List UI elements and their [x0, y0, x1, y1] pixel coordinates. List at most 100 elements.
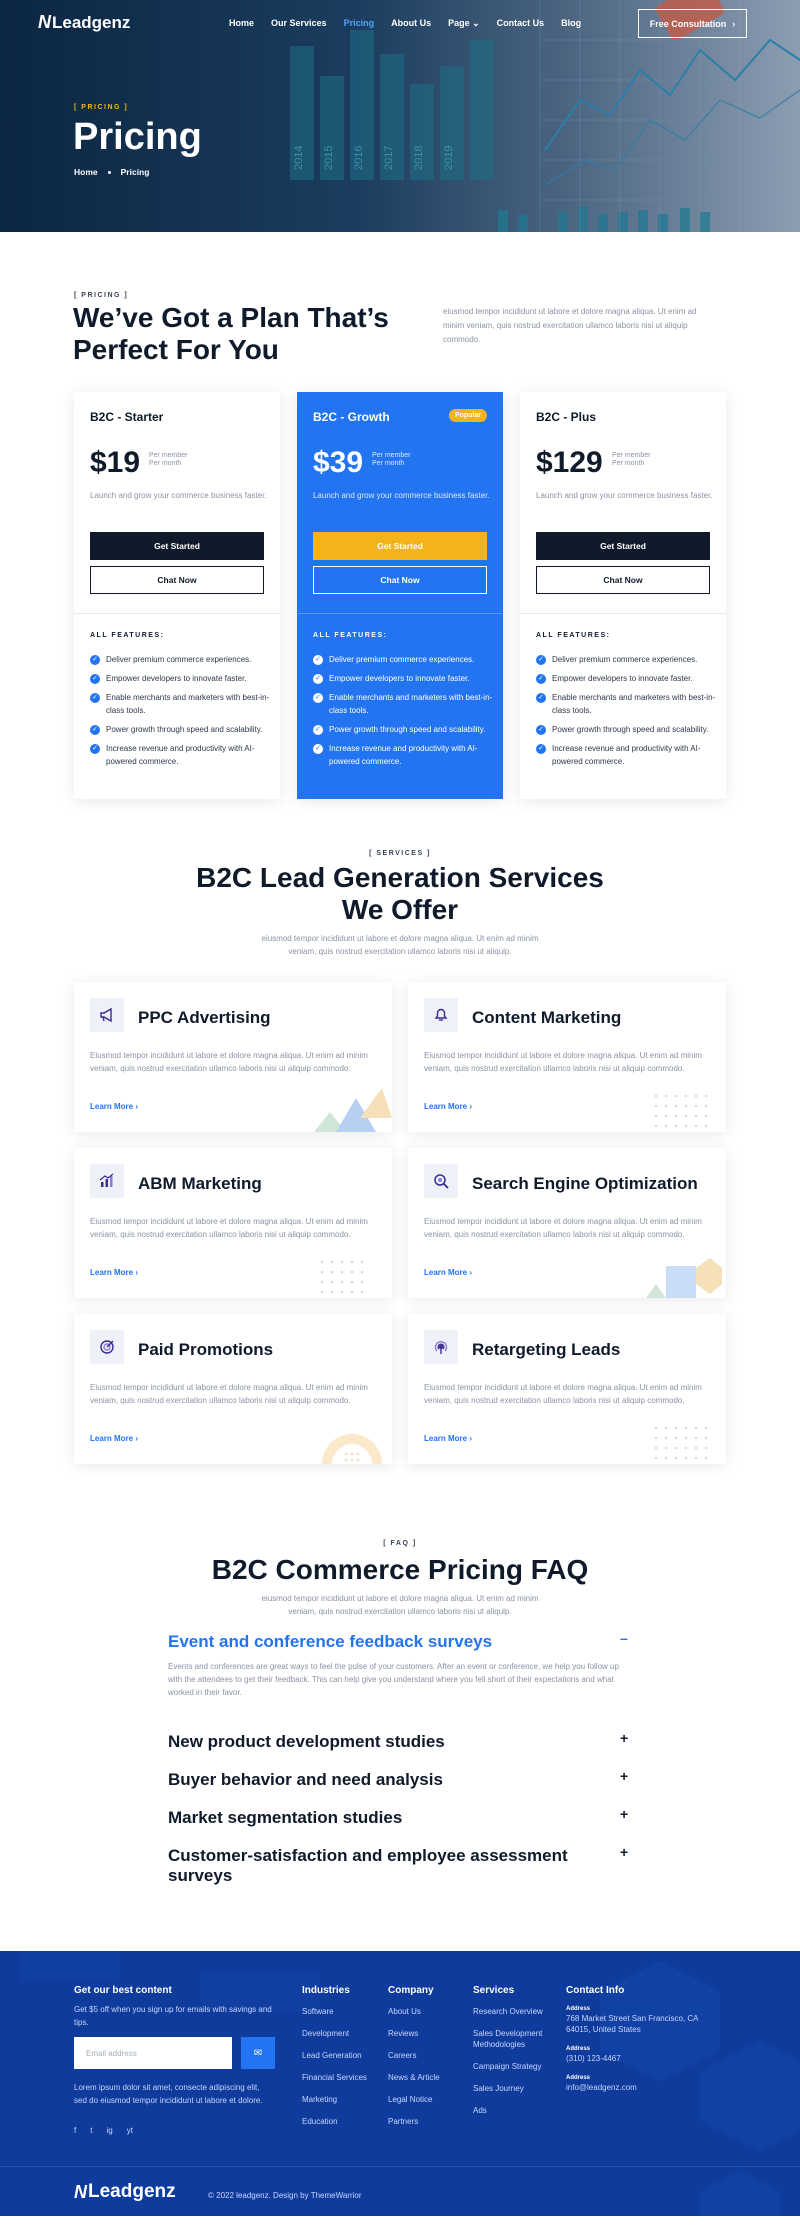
twitter-icon[interactable]: t: [90, 2126, 92, 2135]
get-started-button[interactable]: Get Started: [90, 532, 264, 560]
feature-item: ✓ Empower developers to innovate faster.: [536, 672, 716, 685]
chat-now-button[interactable]: Chat Now: [313, 566, 487, 594]
expand-icon[interactable]: +: [620, 1768, 628, 1784]
services-title-line2: We Offer: [341, 894, 459, 925]
feature-item: ✓ Increase revenue and productivity with …: [313, 742, 493, 768]
get-started-button[interactable]: Get Started: [313, 532, 487, 560]
check-icon: ✓: [90, 724, 100, 735]
footer-link[interactable]: Lead Generation: [302, 2051, 362, 2060]
footer-link[interactable]: About Us: [388, 2007, 421, 2016]
footer-link[interactable]: Marketing: [302, 2095, 337, 2104]
free-consultation-button[interactable]: Free Consultation ›: [638, 9, 747, 38]
contact-email[interactable]: info@leadgenz.com: [566, 2082, 716, 2093]
feature-list: ✓ Deliver premium commerce experiences. ✓…: [536, 653, 716, 774]
learn-more-label: Learn More: [90, 1434, 134, 1443]
feature-item: ✓ Enable merchants and marketers with bes…: [313, 691, 493, 717]
footer-link[interactable]: Sales Journey: [473, 2084, 524, 2093]
nav-link-blog[interactable]: Blog: [561, 18, 581, 29]
chevron-right-icon: ›: [135, 1268, 139, 1277]
footer-link[interactable]: News & Article: [388, 2073, 440, 2082]
learn-more-link[interactable]: Learn More ›: [90, 1434, 138, 1443]
nav-link-pricing[interactable]: Pricing: [344, 18, 375, 29]
get-started-button[interactable]: Get Started: [536, 532, 710, 560]
contact-email-label: Address: [566, 2075, 591, 2081]
facebook-icon[interactable]: f: [74, 2126, 76, 2135]
nav-link-page[interactable]: Page ⌄: [448, 18, 480, 29]
youtube-icon[interactable]: yt: [127, 2126, 133, 2135]
hero-chart-year-label: 2014: [293, 146, 305, 170]
footer-link[interactable]: Development: [302, 2029, 349, 2038]
chevron-right-icon: ›: [469, 1434, 473, 1443]
plan-name: B2C - Growth: [313, 410, 390, 424]
faq-title: B2C Commerce Pricing FAQ: [211, 1554, 589, 1585]
chevron-right-icon: ›: [469, 1102, 473, 1111]
services-title-line1: B2C Lead Generation Services: [196, 862, 604, 893]
footer-link[interactable]: Legal Notice: [388, 2095, 432, 2104]
chevron-right-icon: ›: [135, 1434, 139, 1443]
per-member: Per member: [612, 452, 651, 459]
learn-more-link[interactable]: Learn More ›: [90, 1102, 138, 1111]
breadcrumb-home[interactable]: Home: [74, 167, 98, 177]
footer-link[interactable]: Reviews: [388, 2029, 418, 2038]
faq-question[interactable]: New product development studies: [168, 1732, 633, 1752]
chat-now-button[interactable]: Chat Now: [536, 566, 710, 594]
faq-question[interactable]: Event and conference feedback surveys: [168, 1632, 633, 1652]
faq-item[interactable]: Buyer behavior and need analysis: [168, 1770, 633, 1790]
expand-icon[interactable]: +: [620, 1844, 628, 1860]
footer-brand-logo[interactable]: N Leadgenz: [74, 2181, 176, 2203]
features-label: ALL FEATURES:: [536, 632, 611, 639]
learn-more-link[interactable]: Learn More ›: [90, 1268, 138, 1277]
check-icon: ✓: [536, 654, 546, 665]
brand-logo[interactable]: N Leadgenz: [38, 12, 130, 33]
expand-icon[interactable]: +: [620, 1730, 628, 1746]
footer-link[interactable]: Ads: [473, 2106, 487, 2115]
footer-link[interactable]: Careers: [388, 2051, 416, 2060]
footer-link[interactable]: Sales Development Methodologies: [473, 2029, 542, 2049]
service-description: Eiusmod tempor incididunt ut labore et d…: [424, 1383, 702, 1405]
footer-column-title: Contact Info: [566, 1985, 625, 1996]
service-card-seo: Search Engine Optimization Eiusmod tempo…: [408, 1148, 726, 1298]
nav-link-contact-us[interactable]: Contact Us: [497, 18, 545, 29]
plan-description: Launch and grow your commerce business f…: [536, 491, 713, 500]
nav-link-about-us[interactable]: About Us: [391, 18, 431, 29]
faq-question[interactable]: Customer-satisfaction and employee asses…: [168, 1846, 608, 1886]
nav-link-our-services[interactable]: Our Services: [271, 18, 327, 29]
footer-link[interactable]: Software: [302, 2007, 334, 2016]
pricing-title: We’ve Got a Plan That’s Perfect For You: [73, 302, 389, 365]
learn-more-link[interactable]: Learn More ›: [424, 1268, 472, 1277]
expand-icon[interactable]: +: [620, 1806, 628, 1822]
faq-item-open[interactable]: Event and conference feedback surveys Ev…: [168, 1632, 633, 1699]
faq-item[interactable]: New product development studies: [168, 1732, 633, 1752]
footer-link[interactable]: Education: [302, 2117, 338, 2126]
per-member: Per member: [372, 452, 411, 459]
subscribe-button[interactable]: ✉: [241, 2037, 275, 2069]
chevron-right-icon: ›: [135, 1102, 139, 1111]
nav-link-home[interactable]: Home: [229, 18, 254, 29]
collapse-icon[interactable]: –: [620, 1630, 628, 1646]
check-icon: ✓: [313, 743, 323, 754]
hero-banner: 2014 2015 2016 2017 2018 2019 N Leadgenz Home…: [0, 0, 800, 232]
service-card-content-marketing: Content Marketing Eiusmod tempor incidid…: [408, 982, 726, 1132]
broadcast-icon: [424, 1330, 458, 1364]
per-member: Per member: [149, 452, 188, 459]
check-icon: ✓: [90, 673, 100, 684]
footer-link[interactable]: Partners: [388, 2117, 418, 2126]
email-field[interactable]: [74, 2037, 232, 2069]
instagram-icon[interactable]: ig: [106, 2126, 112, 2135]
faq-item[interactable]: Market segmentation studies: [168, 1808, 633, 1828]
learn-more-label: Learn More: [424, 1268, 468, 1277]
logo-mark-icon: N: [74, 2181, 87, 2202]
footer-link[interactable]: Research Overview: [473, 2007, 543, 2016]
faq-item[interactable]: Customer-satisfaction and employee asses…: [168, 1846, 608, 1886]
feature-text: Deliver premium commerce experiences.: [552, 655, 698, 664]
learn-more-link[interactable]: Learn More ›: [424, 1102, 472, 1111]
learn-more-link[interactable]: Learn More ›: [424, 1434, 472, 1443]
contact-phone[interactable]: (310) 123-4467: [566, 2053, 716, 2064]
chat-now-button[interactable]: Chat Now: [90, 566, 264, 594]
logo-mark-icon: N: [38, 12, 51, 32]
faq-question[interactable]: Buyer behavior and need analysis: [168, 1770, 633, 1790]
pricing-section: [ PRICING ] We’ve Got a Plan That’s Perf…: [0, 232, 800, 802]
footer-link[interactable]: Financial Services: [302, 2073, 367, 2082]
faq-question[interactable]: Market segmentation studies: [168, 1808, 633, 1828]
footer-link[interactable]: Campaign Strategy: [473, 2062, 541, 2071]
